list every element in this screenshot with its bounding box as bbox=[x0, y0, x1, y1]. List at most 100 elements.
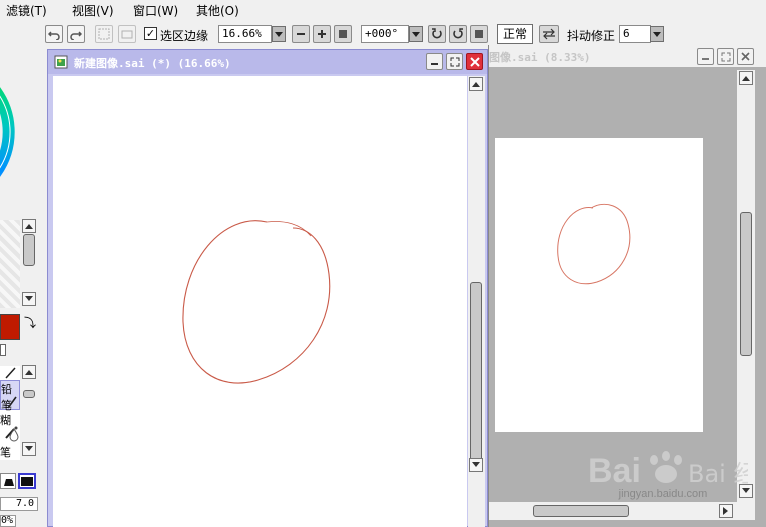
window-title-bar[interactable]: 图像.sai (8.33%) bbox=[489, 45, 766, 67]
scroll-up-arrow[interactable] bbox=[22, 219, 36, 233]
secondary-vertical-scrollbar[interactable] bbox=[737, 70, 755, 502]
redo-button[interactable] bbox=[67, 25, 85, 43]
watermark-url: jingyan.baidu.com bbox=[618, 488, 708, 500]
tool-list: 铅笔 糊 笔 bbox=[0, 366, 20, 460]
menu-other[interactable]: 其他(O) bbox=[196, 2, 239, 19]
window-title-bar[interactable]: 新建图像.sai (*) (16.66%) bbox=[48, 50, 487, 74]
layer-thumbnail-area bbox=[0, 220, 20, 308]
minimize-icon bbox=[431, 63, 438, 65]
primary-color-swatch[interactable] bbox=[0, 314, 20, 340]
close-icon bbox=[741, 52, 750, 61]
opacity-field[interactable]: 0% bbox=[0, 515, 16, 527]
close-button[interactable] bbox=[737, 48, 754, 65]
left-tool-panel: ⤵ 铅笔 糊 笔 7.0 0% bbox=[0, 48, 44, 527]
water-drop-icon bbox=[9, 428, 19, 442]
rotation-field[interactable]: +000° bbox=[361, 25, 409, 43]
zoom-out-button[interactable] bbox=[292, 25, 310, 43]
rotate-cw-icon bbox=[453, 28, 463, 39]
rotation-dropdown-button[interactable] bbox=[409, 26, 423, 42]
tool-list-scrollbar[interactable] bbox=[20, 364, 38, 458]
tool-item-selected[interactable]: 铅笔 bbox=[0, 380, 20, 412]
minimize-button[interactable] bbox=[697, 48, 714, 65]
arrow-up-icon bbox=[25, 370, 33, 375]
window-title: 图像.sai (8.33%) bbox=[489, 51, 591, 64]
scroll-down-arrow[interactable] bbox=[469, 458, 483, 472]
zoom-in-button[interactable] bbox=[313, 25, 331, 43]
rotation-reset-button[interactable] bbox=[470, 25, 488, 43]
brush-size-field[interactable]: 7.0 bbox=[0, 497, 38, 511]
left-panel-scrollbar[interactable] bbox=[20, 218, 38, 308]
plus-icon bbox=[318, 30, 326, 38]
maximize-button[interactable] bbox=[717, 48, 734, 65]
flip-horizontal-button[interactable] bbox=[539, 25, 559, 43]
scroll-down-arrow[interactable] bbox=[22, 292, 36, 306]
zoom-reset-button[interactable] bbox=[334, 25, 352, 43]
arrow-up-icon bbox=[472, 82, 480, 87]
menu-window[interactable]: 窗口(W) bbox=[133, 2, 178, 19]
toolbar: ✓ 选区边缘 16.66% +000° 正常 抖动修正 6 bbox=[0, 20, 766, 48]
scroll-thumb[interactable] bbox=[23, 234, 35, 266]
color-wheel[interactable] bbox=[0, 48, 44, 218]
stabilizer-dropdown-button[interactable] bbox=[650, 26, 664, 42]
transparent-toggle[interactable] bbox=[0, 344, 6, 356]
maximize-icon bbox=[721, 52, 730, 61]
selection-edge-checkbox[interactable]: ✓ bbox=[144, 27, 157, 40]
canvas-paper[interactable] bbox=[495, 138, 703, 432]
scroll-thumb[interactable] bbox=[740, 212, 752, 356]
canvas-paper[interactable] bbox=[53, 76, 467, 527]
brush-icon bbox=[7, 396, 17, 409]
svg-text:Bai: Bai bbox=[588, 452, 641, 490]
maximize-icon bbox=[450, 57, 459, 66]
arrow-down-icon bbox=[472, 462, 480, 467]
arrow-down-icon bbox=[25, 296, 33, 301]
menu-view[interactable]: 视图(V) bbox=[72, 2, 114, 19]
canvas-window-active[interactable]: 新建图像.sai (*) (16.66%) bbox=[47, 49, 488, 527]
stabilizer-field[interactable]: 6 bbox=[619, 25, 651, 43]
arrow-up-icon bbox=[742, 76, 750, 81]
undo-button[interactable] bbox=[45, 25, 63, 43]
invert-selection-button[interactable] bbox=[118, 25, 136, 43]
arrow-down-icon bbox=[25, 446, 33, 451]
close-button[interactable] bbox=[466, 53, 483, 70]
square-icon bbox=[475, 30, 483, 38]
scroll-up-arrow[interactable] bbox=[739, 71, 753, 85]
brush-shape-icon bbox=[21, 477, 33, 486]
undo-icon bbox=[48, 31, 60, 40]
scroll-up-arrow[interactable] bbox=[469, 77, 483, 91]
swap-colors-icon[interactable]: ⤵ bbox=[24, 314, 36, 331]
minimize-button[interactable] bbox=[426, 53, 443, 70]
scroll-thumb[interactable] bbox=[23, 390, 35, 398]
deselect-button[interactable] bbox=[95, 25, 113, 43]
zoom-field[interactable]: 16.66% bbox=[218, 25, 272, 43]
drawn-circle-stroke bbox=[182, 220, 331, 384]
brush-shape-square[interactable] bbox=[18, 473, 36, 489]
document-icon bbox=[54, 55, 68, 69]
arrow-up-icon bbox=[25, 224, 33, 229]
scroll-thumb[interactable] bbox=[470, 282, 482, 468]
menu-filter[interactable]: 滤镜(T) bbox=[6, 2, 47, 19]
rotate-right-button[interactable] bbox=[449, 25, 467, 43]
redo-icon bbox=[70, 31, 82, 40]
scroll-up-arrow[interactable] bbox=[22, 365, 36, 379]
scroll-down-arrow[interactable] bbox=[22, 442, 36, 456]
rotate-ccw-icon bbox=[432, 28, 442, 39]
flip-icon bbox=[543, 28, 555, 40]
tool-name-fragment-3[interactable]: 笔 bbox=[0, 444, 11, 460]
pencil-icon bbox=[5, 367, 16, 379]
active-vertical-scrollbar[interactable] bbox=[468, 76, 485, 527]
zoom-dropdown-button[interactable] bbox=[272, 26, 286, 42]
square-icon bbox=[339, 30, 347, 38]
deselect-icon bbox=[98, 28, 110, 40]
minus-icon bbox=[297, 33, 305, 35]
minimize-icon bbox=[702, 58, 709, 60]
maximize-button[interactable] bbox=[446, 53, 463, 70]
brush-shape-flat[interactable] bbox=[0, 473, 16, 489]
selection-edge-label: 选区边缘 bbox=[160, 29, 209, 43]
drawn-circle-stroke bbox=[557, 203, 631, 285]
close-icon bbox=[469, 56, 480, 67]
stabilizer-label: 抖动修正 bbox=[567, 29, 616, 43]
blend-mode-button[interactable]: 正常 bbox=[497, 24, 534, 44]
invert-selection-icon bbox=[121, 30, 133, 39]
rotate-left-button[interactable] bbox=[428, 25, 446, 43]
watermark-text: Bai 经验 bbox=[688, 460, 748, 488]
